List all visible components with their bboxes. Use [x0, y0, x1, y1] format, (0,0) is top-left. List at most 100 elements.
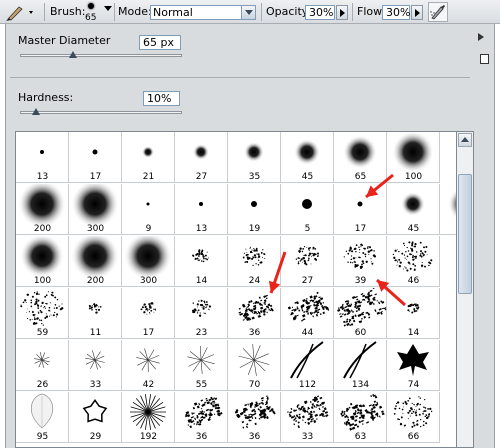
brush-preset-cell[interactable]: 74 [387, 340, 440, 391]
brush-tip-preview [228, 184, 281, 229]
brush-tip-icon [82, 399, 108, 423]
brush-tip-preview [334, 340, 387, 385]
brush-preset-cell[interactable]: 112 [281, 340, 334, 391]
brush-preset-cell[interactable]: 200 [16, 180, 69, 235]
brush-tip-icon [251, 201, 257, 207]
master-diameter-slider-thumb[interactable] [69, 51, 78, 58]
brush-tool-preset-picker[interactable] [3, 2, 39, 22]
brush-tip-icon [71, 180, 119, 228]
brush-preset-cell[interactable]: 33 [69, 340, 122, 391]
brush-size-number: 300 [139, 276, 158, 286]
brush-preset-cell[interactable]: 14 [175, 236, 228, 287]
brush-preset-cell[interactable]: 19 [228, 184, 281, 235]
panel-menu-icon[interactable] [478, 33, 484, 41]
brush-preset-cell[interactable]: 70 [228, 340, 281, 391]
brush-tip-icon [392, 241, 433, 272]
brush-preset-cell[interactable]: 63 [334, 392, 387, 443]
brush-tip-icon [393, 396, 433, 428]
brush-preset-cell[interactable]: 46 [387, 236, 440, 287]
brush-preset-cell[interactable]: 100 [16, 234, 69, 287]
brush-preset-cell[interactable]: 17 [69, 132, 122, 183]
hardness-slider-thumb[interactable] [32, 108, 41, 115]
brush-preset-cell[interactable]: 11 [69, 288, 122, 339]
brush-preset-cell[interactable]: 13 [16, 132, 69, 183]
brush-tip-preview [122, 132, 175, 177]
brush-preset-cell[interactable]: 29 [69, 392, 122, 443]
brush-preview[interactable]: 65 [80, 1, 102, 23]
hardness-slider[interactable] [20, 111, 182, 114]
brush-preset-cell[interactable]: 17 [334, 184, 387, 235]
brush-preset-cell[interactable]: 39 [334, 236, 387, 287]
separator [44, 3, 45, 21]
brush-size-number: 26 [36, 380, 49, 390]
scroll-up-button[interactable] [458, 133, 472, 147]
brush-preset-cell[interactable]: 23 [175, 288, 228, 339]
hardness-field[interactable]: 10% [143, 91, 180, 106]
brush-tip-preview [122, 392, 175, 437]
brush-preset-cell[interactable]: 36 [175, 392, 228, 443]
mode-select[interactable]: Normal [150, 5, 256, 20]
brush-preset-cell[interactable]: 60 [334, 287, 387, 339]
brush-preset-cell[interactable]: 27 [175, 132, 228, 183]
brush-size-number: 200 [33, 224, 52, 234]
brush-preset-cell[interactable]: 42 [122, 340, 175, 391]
brush-preset-cell[interactable]: 45 [387, 184, 440, 235]
brush-tip-icon [192, 249, 209, 263]
brush-preset-cell[interactable]: 21 [122, 132, 175, 183]
brush-size-number: 17 [89, 172, 102, 182]
brush-preset-cell[interactable]: 36 [228, 288, 281, 339]
brush-tip-preview [175, 184, 228, 229]
brush-preset-cell[interactable]: 95 [16, 392, 69, 443]
new-preset-icon[interactable] [480, 54, 489, 64]
separator [261, 3, 262, 21]
brush-preset-cell[interactable]: 35 [228, 132, 281, 183]
brush-preset-cell[interactable]: 100 [387, 132, 440, 183]
brush-preset-cell[interactable]: 66 [387, 392, 440, 443]
brush-preset-cell[interactable]: 27 [281, 236, 334, 287]
opacity-popup-button[interactable] [336, 5, 348, 20]
flow-field[interactable]: 30% [382, 5, 410, 20]
airbrush-toggle[interactable] [428, 2, 448, 22]
brush-preset-cell[interactable]: 55 [175, 340, 228, 391]
brush-preset-cell[interactable]: 300 [122, 232, 175, 287]
dropdown-arrow-icon[interactable] [104, 6, 112, 11]
brush-preset-cell[interactable]: 24 [228, 236, 281, 287]
scroll-thumb[interactable] [458, 174, 472, 294]
brush-size-number: 200 [86, 276, 105, 286]
brush-preset-cell[interactable]: 9 [122, 184, 175, 235]
brush-tip-preview [69, 288, 122, 333]
brush-preset-cell[interactable]: 26 [16, 340, 69, 391]
brush-preset-cell[interactable]: 33 [281, 392, 334, 443]
brush-preset-cell[interactable]: 17 [122, 288, 175, 339]
brush-tip-preview [281, 340, 334, 385]
brush-tip-preview [281, 184, 334, 229]
brush-size-number: 192 [139, 432, 158, 442]
brush-tip-preview [281, 236, 334, 281]
master-diameter-field[interactable]: 65 px [139, 35, 181, 50]
brush-preset-cell[interactable]: 44 [281, 288, 334, 339]
brush-tip-preview [16, 288, 69, 333]
brush-preset-cell[interactable]: 134 [334, 340, 387, 391]
brush-preset-cell[interactable]: 5 [281, 184, 334, 235]
brush-tip-icon [343, 341, 377, 379]
brush-preset-cell[interactable]: 200 [69, 232, 122, 287]
brush-preset-cell[interactable]: 192 [122, 392, 175, 443]
flow-popup-button[interactable] [411, 5, 423, 20]
opacity-field[interactable]: 30% [305, 5, 335, 20]
brush-preset-cell[interactable]: 65 [334, 132, 387, 183]
brush-preset-cell[interactable]: 45 [281, 132, 334, 183]
mode-dropdown-button[interactable] [241, 6, 255, 19]
brush-size-number: 100 [404, 172, 423, 182]
brush-preset-cell[interactable]: 14 [387, 288, 440, 339]
brush-size-number: 29 [89, 432, 102, 442]
brush-tip-preview [175, 392, 228, 437]
brush-preset-cell[interactable]: 300 [69, 180, 122, 235]
brush-size-number: 9 [145, 224, 152, 234]
master-diameter-slider[interactable] [20, 54, 182, 57]
vertical-scrollbar[interactable] [456, 131, 474, 448]
brush-preset-cell[interactable]: 36 [228, 392, 281, 443]
brush-size-number: 19 [248, 224, 261, 234]
brush-preset-cell[interactable]: 13 [175, 184, 228, 235]
brush-preset-cell[interactable]: 59 [16, 288, 69, 339]
brush-tip-preview [69, 392, 122, 437]
